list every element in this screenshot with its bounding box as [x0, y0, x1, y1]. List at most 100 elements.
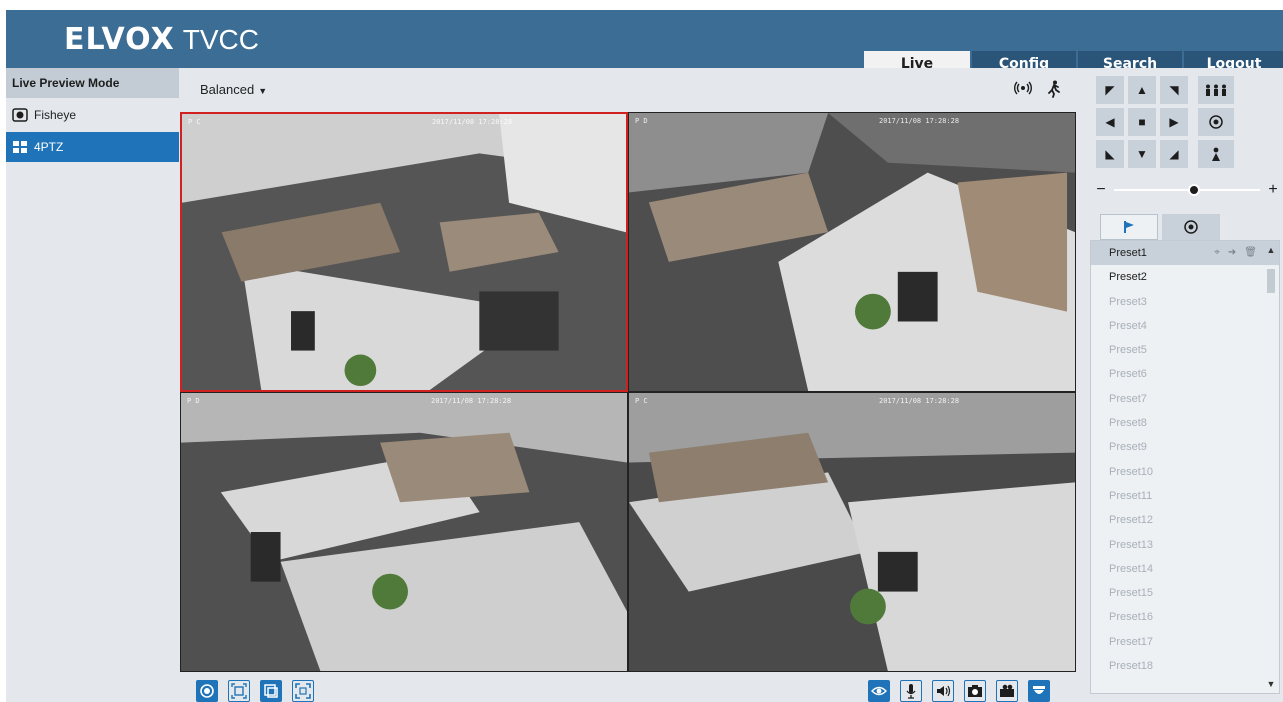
camera-timestamp: 2017/11/08 17:28:28	[879, 397, 960, 405]
camera-view-4[interactable]: P C 2017/11/08 17:28:28	[628, 392, 1076, 672]
logo-product: TVCC	[182, 24, 259, 55]
motion-person-icon[interactable]	[1046, 80, 1062, 101]
snapshot-icon[interactable]	[964, 680, 986, 702]
preset-label: Preset18	[1109, 660, 1154, 673]
ptz-extra-controls	[1198, 76, 1234, 168]
preset-item[interactable]: Preset16	[1091, 605, 1279, 629]
preset-item[interactable]: Preset13	[1091, 533, 1279, 557]
preset-label: Preset12	[1109, 514, 1154, 527]
preset-label: Preset10	[1109, 465, 1154, 478]
camera-label: P C	[188, 118, 201, 126]
preset-label: Preset2	[1109, 271, 1147, 284]
zoom-slider[interactable]	[1114, 184, 1260, 196]
preset-item[interactable]: Preset7	[1091, 387, 1279, 411]
preset-label: Preset17	[1109, 635, 1154, 648]
preset-item[interactable]: Preset14	[1091, 557, 1279, 581]
fit-window-icon[interactable]	[228, 680, 250, 702]
binoculars-icon[interactable]: ⌖	[1214, 241, 1220, 265]
scroll-down-icon[interactable]: ▼	[1266, 679, 1276, 689]
delete-icon[interactable]: 🗑	[1244, 241, 1257, 265]
ptz-right-icon[interactable]: ▶	[1160, 108, 1188, 136]
ptz-stop-icon[interactable]: ■	[1128, 108, 1156, 136]
video-grid: P C 2017/11/08 17:28:28 P D 2017/11/08 1…	[180, 112, 1076, 672]
sidebar-item-4ptz[interactable]: 4PTZ	[6, 132, 179, 162]
preset-label: Preset11	[1109, 489, 1153, 502]
dome-camera-icon[interactable]	[1028, 680, 1050, 702]
preset-label: Preset7	[1109, 392, 1147, 405]
alarm-broadcast-icon[interactable]	[1014, 80, 1032, 101]
top-bar: ELVOX TVCC Live Config Search Logout	[6, 10, 1283, 78]
preset-label: Preset1	[1109, 247, 1147, 259]
zoom-in-icon[interactable]: +	[1266, 181, 1280, 199]
record-icon[interactable]	[996, 680, 1018, 702]
camera-view-2[interactable]: P D 2017/11/08 17:28:28	[628, 112, 1076, 392]
ptz-up-right-icon[interactable]: ◥	[1160, 76, 1188, 104]
zoom-slider-thumb[interactable]	[1188, 184, 1201, 196]
camera-view-1[interactable]: P C 2017/11/08 17:28:28	[180, 112, 628, 392]
fullscreen-icon[interactable]	[292, 680, 314, 702]
preset-item[interactable]: Preset17	[1091, 630, 1279, 654]
preset-label: Preset8	[1109, 417, 1147, 430]
zoom-control: − +	[1094, 178, 1280, 202]
preset-label: Preset6	[1109, 368, 1147, 381]
action-toolbar	[868, 680, 1050, 702]
sidebar-item-fisheye[interactable]: Fisheye	[6, 100, 179, 130]
logo-brand: ELVOX	[64, 22, 175, 57]
preset-item[interactable]: Preset10	[1091, 460, 1279, 484]
preset-item[interactable]: Preset1 ⌖ ➜ 🗑	[1091, 241, 1279, 266]
zoom-out-icon[interactable]: −	[1094, 181, 1108, 199]
camera-label: P D	[187, 397, 200, 405]
preset-flag-icon[interactable]	[1100, 214, 1158, 240]
group-people-icon[interactable]	[1198, 76, 1234, 104]
preset-item[interactable]: Preset18	[1091, 654, 1279, 678]
ptz-down-icon[interactable]: ▼	[1128, 140, 1156, 168]
ptz-down-right-icon[interactable]: ◢	[1160, 140, 1188, 168]
ptz-panel: ◤ ▲ ◥ ◀ ■ ▶ ◣ ▼ ◢ − + Preset1 ⌖ ➜ 🗑 Pres…	[1088, 68, 1283, 702]
preset-item[interactable]: Preset3	[1091, 290, 1279, 314]
ptz-up-icon[interactable]: ▲	[1128, 76, 1156, 104]
stream-toolbar: Balanced ▼	[180, 68, 1085, 112]
scroll-up-icon[interactable]: ▲	[1266, 245, 1276, 255]
preset-label: Preset15	[1109, 587, 1154, 600]
preset-item[interactable]: Preset5	[1091, 338, 1279, 362]
preset-item[interactable]: Preset15	[1091, 581, 1279, 605]
main-area: Live Preview Mode Fisheye 4PTZ Balanced ▼	[6, 68, 1283, 702]
target-circle-icon[interactable]	[1198, 108, 1234, 136]
ptz-down-left-icon[interactable]: ◣	[1096, 140, 1124, 168]
cruise-icon[interactable]	[1162, 214, 1220, 240]
preset-tabs	[1100, 214, 1220, 240]
ptz-left-icon[interactable]: ◀	[1096, 108, 1124, 136]
preset-label: Preset3	[1109, 295, 1147, 308]
single-person-icon[interactable]	[1198, 140, 1234, 168]
preset-item[interactable]: Preset11	[1091, 484, 1279, 508]
preset-item[interactable]: Preset4	[1091, 314, 1279, 338]
view-toolbar	[196, 680, 314, 702]
sidebar-item-label: 4PTZ	[34, 140, 64, 154]
camera-label: P C	[635, 397, 648, 405]
goto-arrow-icon[interactable]: ➜	[1228, 241, 1236, 265]
preset-item[interactable]: Preset8	[1091, 411, 1279, 435]
camera-view-3[interactable]: P D 2017/11/08 17:28:28	[180, 392, 628, 672]
logo: ELVOX TVCC	[64, 22, 259, 57]
fisheye-view-icon[interactable]	[196, 680, 218, 702]
microphone-icon[interactable]	[900, 680, 922, 702]
camera-label: P D	[635, 117, 648, 125]
preset-item[interactable]: Preset9	[1091, 435, 1279, 459]
fisheye-icon	[12, 108, 28, 122]
stream-mode-dropdown[interactable]: Balanced ▼	[200, 82, 267, 97]
preset-label: Preset5	[1109, 344, 1147, 357]
preset-item[interactable]: Preset6	[1091, 362, 1279, 386]
eye-icon[interactable]	[868, 680, 890, 702]
sidebar-item-label: Fisheye	[34, 108, 77, 122]
ptz-direction-pad: ◤ ▲ ◥ ◀ ■ ▶ ◣ ▼ ◢	[1096, 76, 1188, 168]
sidebar: Live Preview Mode Fisheye 4PTZ	[6, 68, 179, 702]
stream-mode-value: Balanced	[200, 82, 255, 97]
caret-down-icon: ▼	[258, 86, 268, 96]
preset-item[interactable]: Preset12	[1091, 508, 1279, 532]
window-mode-icon[interactable]	[260, 680, 282, 702]
ptz-up-left-icon[interactable]: ◤	[1096, 76, 1124, 104]
preset-scrollbar[interactable]: ▲ ▼	[1266, 245, 1276, 689]
preset-item[interactable]: Preset2	[1091, 265, 1279, 289]
scroll-thumb[interactable]	[1267, 269, 1275, 293]
speaker-icon[interactable]	[932, 680, 954, 702]
